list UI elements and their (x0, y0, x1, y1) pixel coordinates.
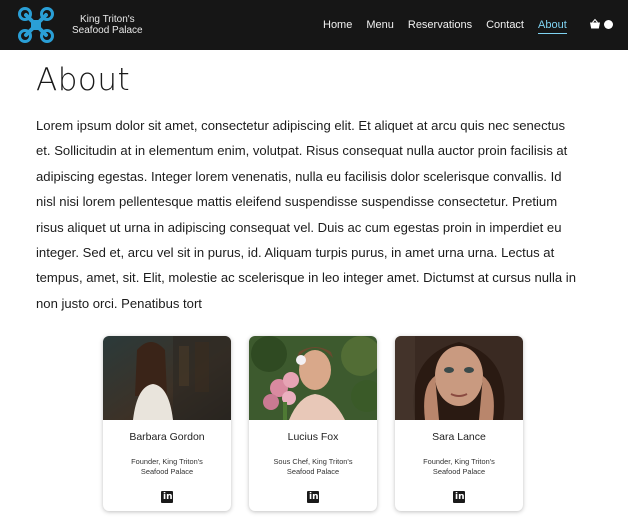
team-member-role-line1: Founder, King Triton's (131, 457, 203, 466)
team-member-name: Barbara Gordon (129, 431, 205, 443)
team-card: Lucius Fox Sous Chef, King Triton's Seaf… (249, 336, 377, 511)
page: King Triton's Seafood Palace Home Menu R… (0, 0, 628, 526)
team-card: Sara Lance Founder, King Triton's Seafoo… (395, 336, 523, 511)
team-photo-sara (395, 336, 523, 420)
brand-line-2: Seafood Palace (72, 25, 143, 36)
linkedin-icon[interactable]: in (453, 491, 465, 503)
nav-links: Home Menu Reservations Contact About (323, 0, 581, 50)
brand-line-1: King Triton's (79, 14, 135, 25)
nav-about[interactable]: About (538, 19, 567, 34)
linkedin-icon[interactable]: in (161, 491, 173, 503)
team-member-role-line2: Seafood Palace (140, 466, 194, 476)
cart-button[interactable] (589, 18, 613, 30)
team-member-name: Lucius Fox (287, 431, 339, 443)
nav-menu[interactable]: Menu (366, 19, 394, 31)
about-paragraph: Lorem ipsum dolor sit amet, consectetur … (36, 118, 576, 311)
team-member-role-line1: Sous Chef, King Triton's (273, 457, 353, 466)
team-member-role: Founder, King Triton's Seafood Palace (109, 457, 225, 476)
team-member-role-line2: Seafood Palace (286, 466, 340, 476)
drone-x-icon[interactable] (16, 5, 56, 45)
team-member-role-line1: Founder, King Triton's (423, 457, 495, 466)
page-title: About (36, 62, 131, 98)
navbar: King Triton's Seafood Palace Home Menu R… (0, 0, 628, 50)
nav-reservations[interactable]: Reservations (408, 19, 472, 31)
nav-home[interactable]: Home (323, 19, 352, 31)
basket-icon (590, 18, 600, 29)
team-member-role: Sous Chef, King Triton's Seafood Palace (255, 457, 371, 476)
team-member-name: Sara Lance (432, 431, 486, 443)
cart-count-badge (604, 19, 613, 29)
team-card: Barbara Gordon Founder, King Triton's Se… (103, 336, 231, 511)
scrollbar[interactable] (624, 50, 628, 526)
brand-name[interactable]: King Triton's Seafood Palace (72, 14, 143, 36)
nav-contact[interactable]: Contact (486, 19, 524, 31)
linkedin-icon[interactable]: in (307, 491, 319, 503)
team-photo-lucius (249, 336, 377, 420)
team-member-role: Founder, King Triton's Seafood Palace (401, 457, 517, 476)
team-photo-barbara (103, 336, 231, 420)
team-member-role-line2: Seafood Palace (432, 466, 486, 476)
